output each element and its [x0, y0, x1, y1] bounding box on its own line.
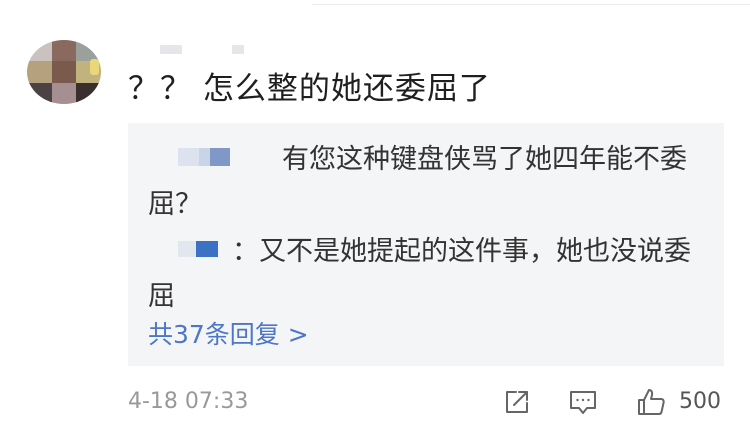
reply-text: ：又不是她提起的这件事，她也没说委屈 — [148, 236, 691, 312]
thumbs-up-icon[interactable] — [636, 387, 666, 417]
top-divider — [312, 4, 750, 5]
verified-badge-icon — [90, 59, 99, 75]
comment-icon[interactable] — [568, 387, 598, 417]
avatar[interactable] — [27, 40, 101, 104]
reply-item[interactable]: 有您这种键盘侠骂了她四年能不委屈？ — [148, 137, 708, 227]
replies-panel: 有您这种键盘侠骂了她四年能不委屈？ ：又不是她提起的这件事，她也没说委屈 共37… — [128, 123, 724, 366]
like-count: 500 — [679, 389, 721, 414]
share-icon[interactable] — [502, 387, 532, 417]
username-blurred[interactable] — [160, 43, 256, 55]
reply-author-blurred[interactable] — [178, 240, 218, 257]
comment-footer: 4-18 07:33 500 — [128, 384, 724, 420]
reply-item[interactable]: ：又不是她提起的这件事，她也没说委屈 — [148, 229, 708, 319]
comment-timestamp: 4-18 07:33 — [128, 389, 249, 414]
reply-author-blurred[interactable] — [178, 147, 230, 166]
comment-text: ？？ 怎么整的她还委屈了 — [128, 71, 491, 107]
view-more-replies-link[interactable]: 共37条回复 > — [148, 315, 309, 355]
